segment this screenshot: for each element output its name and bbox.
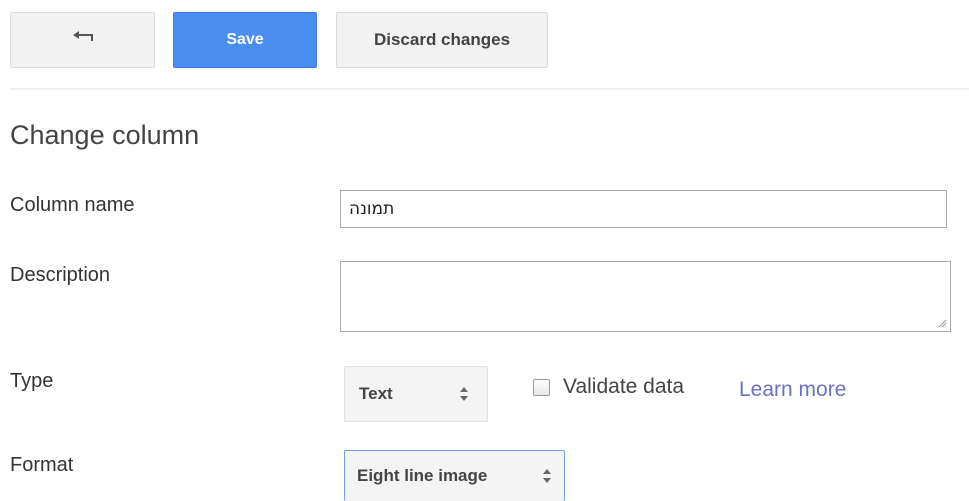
format-select-value: Eight line image: [357, 466, 488, 485]
format-select[interactable]: Eight line image: [344, 450, 565, 501]
up-down-chevron-icon: [543, 469, 551, 483]
save-button[interactable]: Save: [173, 12, 317, 68]
column-name-label: Column name: [10, 194, 135, 216]
description-textarea[interactable]: [340, 261, 951, 332]
type-select[interactable]: Text: [344, 366, 488, 422]
change-column-page: Save Discard changes Change column Colum…: [0, 0, 969, 501]
discard-changes-button[interactable]: Discard changes: [336, 12, 548, 68]
column-name-input[interactable]: [340, 190, 947, 228]
toolbar-divider: [10, 88, 969, 90]
discard-changes-label: Discard changes: [373, 30, 511, 49]
description-label: Description: [10, 264, 111, 286]
validate-data-label: Validate data: [563, 375, 685, 398]
save-button-label: Save: [226, 31, 264, 48]
type-label: Type: [10, 370, 54, 392]
learn-more-link[interactable]: Learn more: [739, 378, 846, 402]
resize-grip-icon[interactable]: [938, 319, 947, 328]
page-title: Change column: [10, 120, 200, 150]
validate-data-checkbox[interactable]: [533, 378, 550, 396]
up-down-chevron-icon: [460, 387, 468, 401]
validate-data-control[interactable]: Validate data: [533, 375, 684, 399]
format-label: Format: [10, 454, 74, 476]
type-select-value: Text: [359, 384, 393, 403]
back-arrow-icon: [71, 30, 95, 51]
back-button[interactable]: [10, 12, 155, 68]
